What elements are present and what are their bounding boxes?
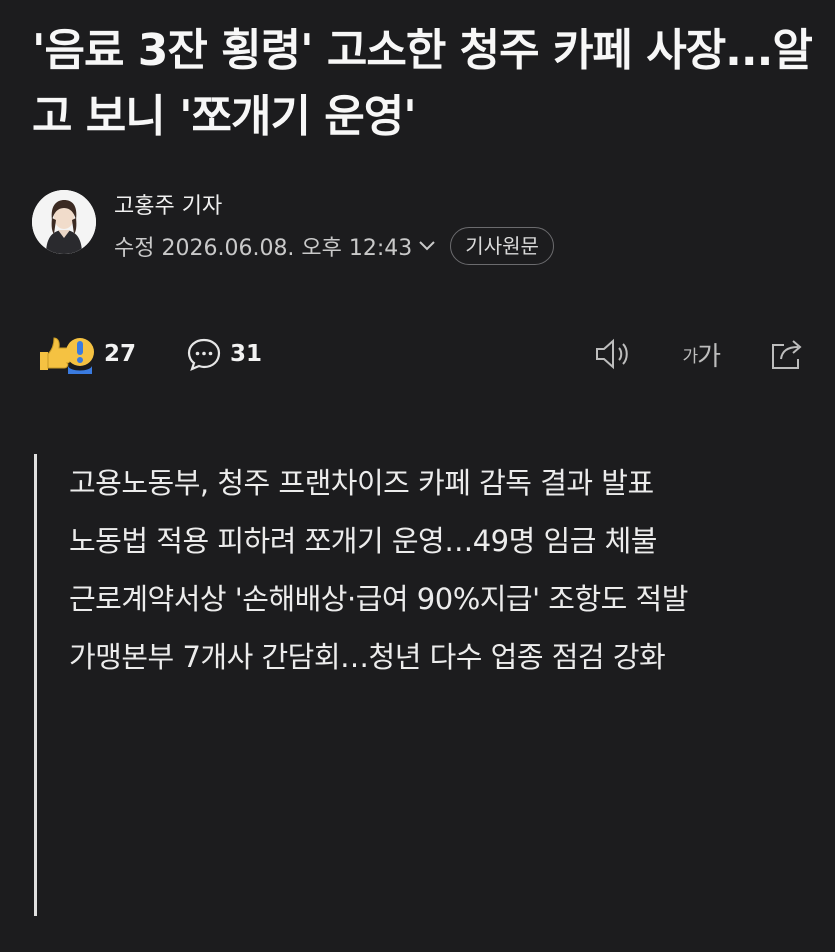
- comment-button[interactable]: 31: [186, 330, 262, 378]
- like-count: 27: [104, 341, 137, 367]
- original-article-button[interactable]: 기사원문: [450, 227, 554, 265]
- article-page: '음료 3잔 횡령' 고소한 청주 카페 사장...알고 보니 '쪼개기 운영'…: [0, 0, 835, 952]
- date-row: 수정 2026.06.08. 오후 12:43 기사원문: [114, 227, 554, 265]
- reporter-avatar[interactable]: [32, 190, 96, 254]
- reaction-bar: 27 31 가가: [36, 330, 806, 378]
- reaction-emojis: [36, 334, 96, 374]
- reporter-photo: [32, 190, 96, 254]
- speaker-icon[interactable]: [594, 337, 632, 371]
- article-headline: '음료 3잔 횡령' 고소한 청주 카페 사장...알고 보니 '쪼개기 운영': [32, 25, 813, 142]
- byline: 고홍주 기자 수정 2026.06.08. 오후 12:43 기사원문: [32, 186, 812, 265]
- font-size-small-label: 가: [682, 346, 698, 367]
- font-size-large-label: 가: [697, 341, 721, 372]
- share-icon[interactable]: [768, 337, 806, 371]
- summary-item: 근로계약서상 '손해배상·급여 90%지급' 조항도 적발: [69, 582, 688, 616]
- like-reaction[interactable]: 27: [36, 330, 136, 378]
- comment-count: 31: [230, 341, 263, 367]
- article-summary: 고용노동부, 청주 프랜차이즈 카페 감독 결과 발표 노동법 적용 피하려 쪼…: [34, 454, 794, 916]
- article-date: 수정 2026.06.08. 오후 12:43: [114, 236, 413, 261]
- surprise-emoji-icon: [66, 338, 94, 374]
- font-size-button[interactable]: 가가: [682, 336, 721, 373]
- article-tools: 가가: [594, 330, 806, 378]
- summary-item: 고용노동부, 청주 프랜차이즈 카페 감독 결과 발표: [69, 466, 654, 500]
- summary-item: 가맹본부 7개사 간담회…청년 다수 업종 점검 강화: [69, 640, 666, 674]
- reporter-name[interactable]: 고홍주 기자: [114, 188, 222, 220]
- summary-item: 노동법 적용 피하려 쪼개기 운영…49명 임금 체불: [69, 524, 657, 558]
- chevron-down-icon[interactable]: [418, 240, 436, 252]
- comment-icon: [186, 337, 222, 371]
